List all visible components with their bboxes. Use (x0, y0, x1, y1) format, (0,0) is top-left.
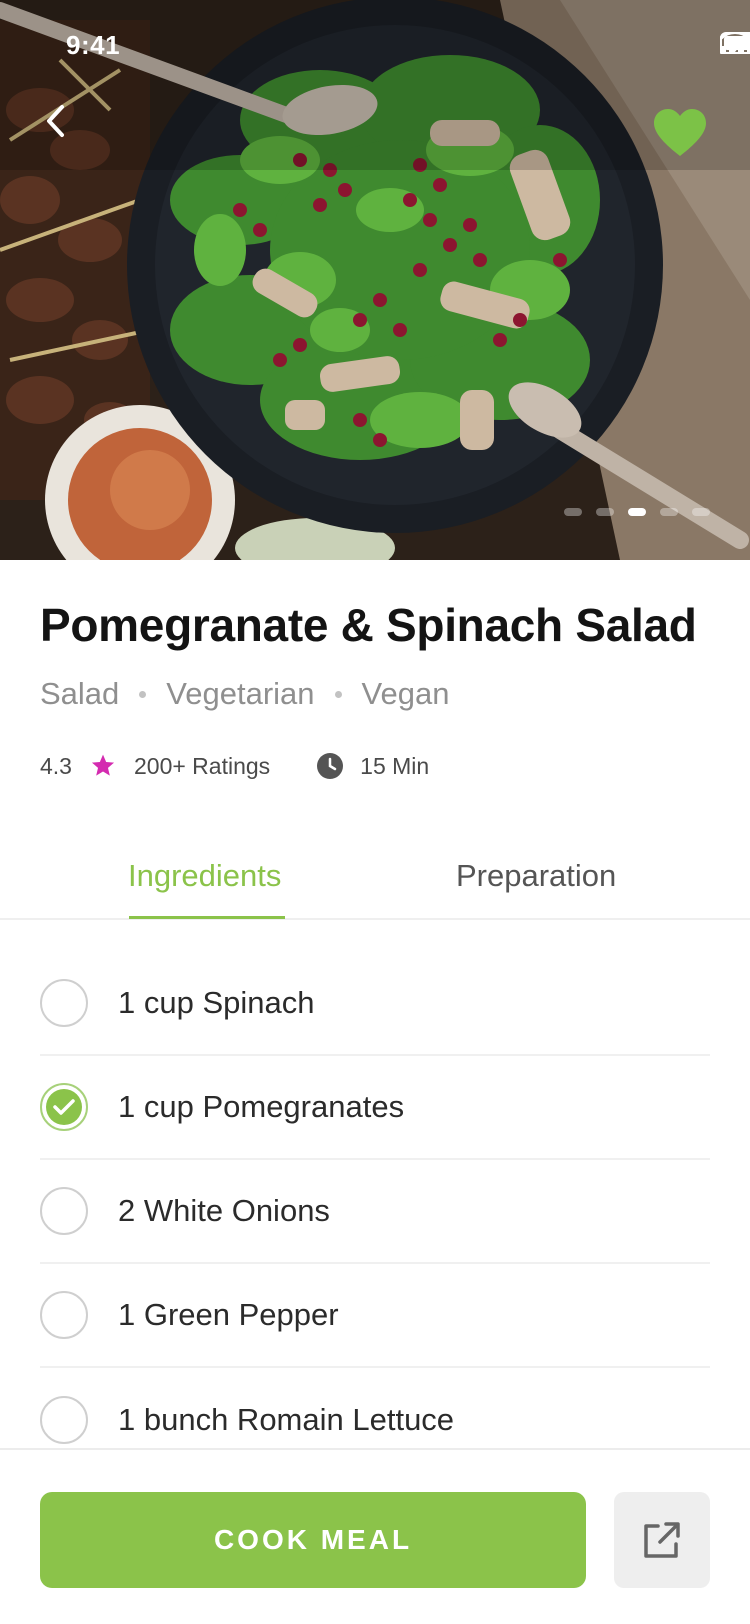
rating-value: 4.3 (40, 752, 72, 779)
tag-separator (139, 690, 147, 698)
ratings-count: 200+ Ratings (133, 752, 271, 779)
ingredient-row[interactable]: 2 White Onions (40, 1160, 710, 1264)
status-time: 9:41 (66, 30, 121, 60)
ingredient-text: 1 cup Pomegranates (118, 1089, 405, 1124)
ingredient-row[interactable]: 1 Green Pepper (40, 1264, 710, 1368)
recipe-tags: Salad Vegetarian Vegan (40, 676, 449, 712)
active-tab-indicator (129, 916, 285, 919)
ingredient-checkbox[interactable] (40, 979, 88, 1027)
recipe-title: Pomegranate & Spinach Salad (40, 599, 697, 651)
tag-category: Salad (40, 676, 120, 711)
carousel-dot[interactable] (596, 508, 614, 516)
carousel-dot[interactable] (564, 508, 582, 516)
battery-icon (720, 32, 750, 54)
ingredient-text: 1 cup Spinach (118, 985, 315, 1020)
favorite-button[interactable] (652, 106, 708, 162)
ingredient-text: 1 bunch Romain Lettuce (118, 1402, 455, 1437)
carousel-dot[interactable] (660, 508, 678, 516)
cook-time: 15 Min (360, 752, 430, 779)
ingredient-row[interactable]: 1 cup Pomegranates (40, 1056, 710, 1160)
heart-icon (654, 109, 706, 156)
share-button[interactable] (614, 1492, 710, 1588)
hero-image: 9:41 (0, 0, 750, 560)
ingredient-text: 2 White Onions (118, 1193, 330, 1228)
ingredient-list: 1 cup Spinach 1 cup Pomegranates 2 White… (40, 952, 710, 1472)
external-link-icon (644, 1522, 680, 1558)
tab-bar: Ingredients Preparation (0, 826, 750, 920)
tag-diet: Vegetarian (166, 676, 315, 711)
check-fill (46, 1089, 82, 1125)
carousel-dot-active[interactable] (628, 508, 646, 516)
salad-photo (0, 0, 750, 560)
ingredient-checkbox-checked[interactable] (40, 1083, 88, 1131)
check-icon (53, 1099, 75, 1115)
tag-separator (334, 690, 342, 698)
back-button[interactable] (44, 104, 88, 148)
tag-diet: Vegan (361, 676, 450, 711)
ingredient-checkbox[interactable] (40, 1291, 88, 1339)
clock-icon (317, 753, 344, 779)
ingredient-text: 1 Green Pepper (118, 1297, 339, 1332)
cook-meal-button[interactable]: COOK MEAL (40, 1492, 586, 1588)
ingredient-row[interactable]: 1 cup Spinach (40, 952, 710, 1056)
recipe-meta: 4.3 200+ Ratings 15 Min (40, 752, 429, 780)
carousel-indicator (564, 508, 710, 516)
bottom-action-bar: COOK MEAL (0, 1448, 750, 1624)
tab-ingredients[interactable]: Ingredients (128, 858, 281, 894)
ingredient-checkbox[interactable] (40, 1396, 88, 1444)
chevron-left-icon (47, 105, 64, 137)
star-icon (91, 754, 115, 776)
tab-preparation[interactable]: Preparation (456, 858, 616, 894)
carousel-dot[interactable] (692, 508, 710, 516)
ingredient-checkbox[interactable] (40, 1187, 88, 1235)
